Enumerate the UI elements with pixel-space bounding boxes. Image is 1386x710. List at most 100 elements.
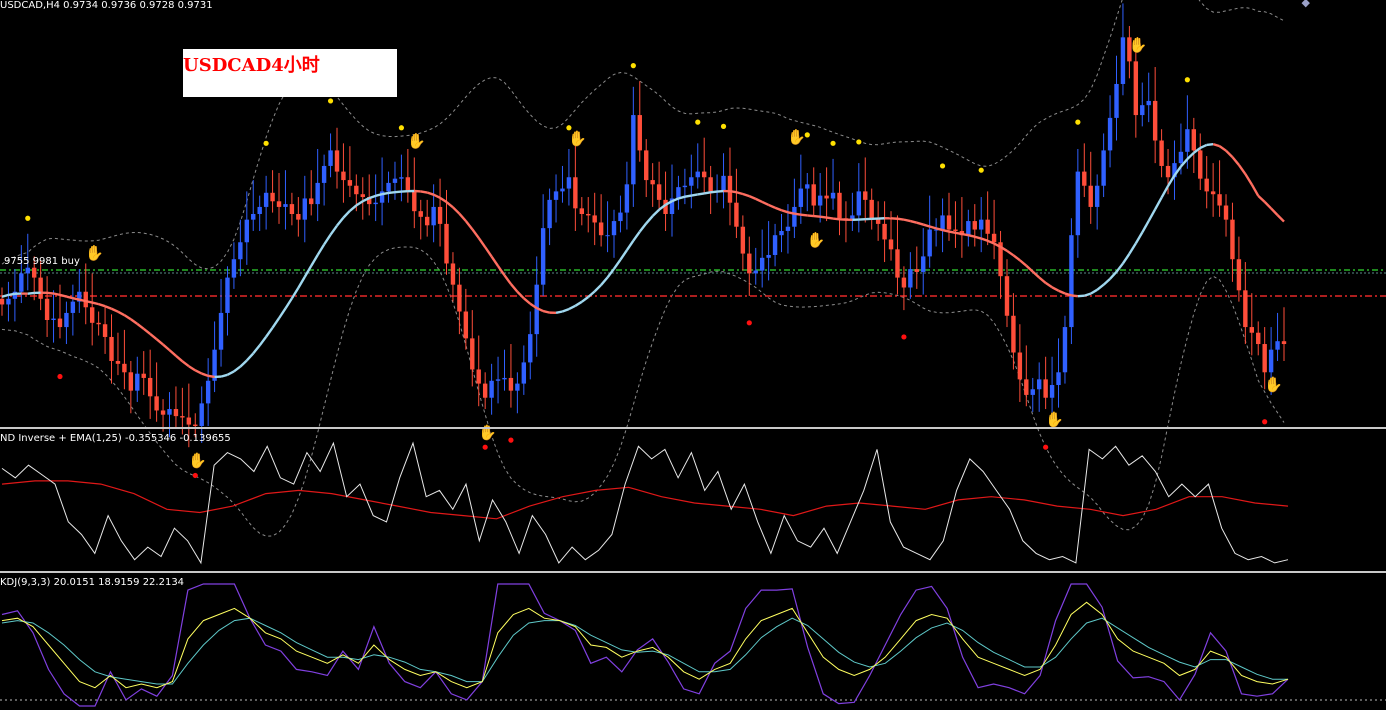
moving-average-segment bbox=[368, 194, 377, 200]
candle-body bbox=[1004, 276, 1010, 316]
moving-average-segment bbox=[568, 304, 576, 311]
candle-body bbox=[972, 221, 977, 230]
moving-average-segment bbox=[72, 297, 80, 301]
candle-body bbox=[1082, 171, 1087, 186]
moving-average-segment bbox=[226, 370, 235, 376]
candle-body bbox=[147, 377, 153, 397]
candle-body bbox=[251, 214, 256, 220]
moving-average-segment bbox=[968, 234, 976, 238]
candle-body bbox=[747, 253, 752, 274]
candle-body bbox=[302, 198, 307, 220]
candle-body bbox=[360, 194, 365, 198]
moving-average-segment bbox=[149, 332, 158, 341]
moving-average-segment bbox=[638, 222, 648, 233]
moving-average-segment bbox=[1250, 183, 1260, 197]
candle-body bbox=[734, 202, 739, 227]
candle-body bbox=[186, 417, 192, 425]
moving-average-segment bbox=[388, 190, 396, 195]
moving-average-segment bbox=[1071, 294, 1078, 298]
candle-body bbox=[888, 239, 894, 250]
candle-body bbox=[1204, 178, 1209, 192]
moving-average-segment bbox=[691, 193, 698, 197]
candle-body bbox=[1043, 379, 1048, 398]
candle-body bbox=[309, 198, 314, 205]
candle-body bbox=[1262, 344, 1267, 373]
candle-body bbox=[721, 175, 726, 192]
moving-average-segment bbox=[922, 223, 931, 228]
moving-average-segment bbox=[1257, 194, 1266, 203]
candle-body bbox=[1011, 315, 1016, 353]
sell-hand-icon: ✋ bbox=[85, 244, 104, 262]
moving-average-segment bbox=[1225, 149, 1234, 158]
moving-average-segment bbox=[832, 217, 840, 221]
moving-average-segment bbox=[736, 191, 744, 196]
candle-body bbox=[772, 235, 778, 255]
moving-average-segment bbox=[1199, 143, 1208, 149]
moving-average-segment bbox=[490, 255, 500, 267]
candle-body bbox=[753, 270, 758, 274]
moving-average-segment bbox=[1147, 208, 1157, 222]
candle-body bbox=[1024, 379, 1029, 395]
candle-body bbox=[702, 171, 707, 178]
moving-average-segment bbox=[1083, 292, 1092, 297]
candle-body bbox=[289, 204, 295, 214]
candle-body bbox=[1062, 327, 1068, 373]
candle-body bbox=[1243, 290, 1248, 328]
fractal-up-dot bbox=[939, 163, 946, 169]
candle-body bbox=[334, 150, 340, 172]
candle-body bbox=[257, 206, 262, 214]
candle-body bbox=[611, 221, 617, 236]
moving-average-segment bbox=[761, 200, 770, 207]
moving-average-segment bbox=[1038, 276, 1047, 284]
candle-body bbox=[766, 254, 771, 258]
candle-body bbox=[244, 219, 250, 243]
candle-body bbox=[528, 334, 533, 363]
candle-body bbox=[238, 242, 243, 260]
moving-average-segment bbox=[310, 254, 319, 267]
moving-average-segment bbox=[794, 212, 802, 216]
candle-body bbox=[1114, 83, 1119, 118]
candle-body bbox=[1165, 165, 1171, 178]
moving-average-segment bbox=[1186, 151, 1195, 160]
candle-body bbox=[1236, 259, 1242, 291]
moving-average-segment bbox=[1090, 288, 1098, 295]
candle-body bbox=[553, 191, 559, 200]
moving-average-segment bbox=[98, 302, 106, 308]
candle-body bbox=[856, 191, 862, 216]
moving-average-segment bbox=[316, 243, 326, 256]
moving-average-segment bbox=[477, 237, 487, 248]
candle-body bbox=[83, 291, 88, 308]
candle-body bbox=[1140, 105, 1145, 116]
moving-average-segment bbox=[142, 327, 151, 335]
moving-average-segment bbox=[381, 191, 389, 196]
candle-body bbox=[96, 322, 101, 325]
candle-body bbox=[225, 277, 230, 313]
kdj-pane[interactable] bbox=[0, 583, 1386, 707]
candle-body bbox=[759, 257, 765, 271]
moving-average-segment bbox=[245, 352, 255, 362]
candle-body bbox=[869, 199, 874, 219]
candle-body bbox=[656, 184, 662, 200]
candle-body bbox=[1152, 100, 1158, 141]
candle-body bbox=[637, 115, 642, 151]
candle-body bbox=[1030, 389, 1035, 395]
moving-average-segment bbox=[284, 297, 293, 310]
moving-average-segment bbox=[27, 291, 35, 295]
candle-body bbox=[1223, 205, 1229, 220]
candle-body bbox=[173, 409, 179, 417]
trading-chart[interactable]: ✋ ✋ ✋ ✋ ✋ ✋ ✋ ✋ ✋ ✋ bbox=[0, 0, 1386, 710]
moving-average-segment bbox=[349, 204, 358, 212]
moving-average-segment bbox=[188, 365, 196, 372]
candle-body bbox=[476, 369, 481, 384]
sell-hand-icon: ✋ bbox=[568, 129, 587, 147]
candle-body bbox=[386, 182, 391, 192]
candle-body bbox=[0, 298, 5, 305]
moving-average-segment bbox=[1044, 281, 1053, 289]
order-line-label: 9755 9981 buy bbox=[4, 256, 80, 267]
moving-average-segment bbox=[1058, 289, 1066, 295]
indicator1-label: ND Inverse + EMA(1,25) -0.355346 -0.1396… bbox=[0, 433, 231, 444]
candle-body bbox=[463, 311, 469, 339]
candle-body bbox=[321, 165, 327, 183]
moving-average-segment bbox=[1206, 142, 1214, 147]
candle-body bbox=[102, 324, 108, 337]
